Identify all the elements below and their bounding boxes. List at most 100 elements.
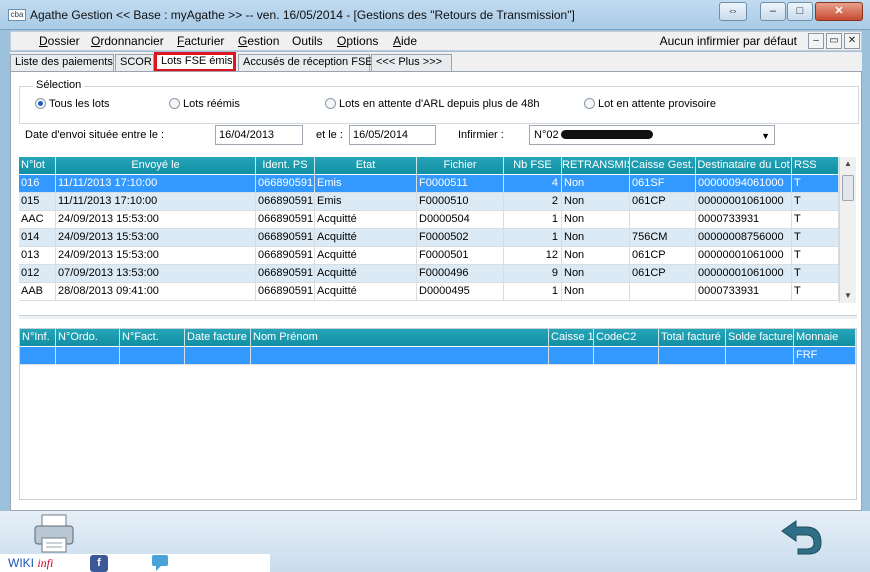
table-cell: 00000008756000 (696, 229, 792, 247)
column-header[interactable]: Caisse 1 (549, 329, 594, 346)
column-header[interactable]: CodeC2 (594, 329, 659, 346)
table-cell: D0000495 (417, 283, 504, 301)
column-header[interactable]: Date facture (185, 329, 251, 346)
table-cell: 013 (19, 247, 56, 265)
table-row[interactable]: AAC 24/09/2013 15:53:00 066890591 Acquitté D… (19, 211, 839, 229)
table-row[interactable]: 014 24/09/2013 15:53:00 066890591 Acquitté F… (19, 229, 839, 247)
column-header[interactable]: Monnaie (794, 329, 856, 346)
column-header[interactable]: Solde facture (726, 329, 794, 346)
scroll-thumb[interactable] (842, 175, 854, 201)
mdi-minimize-button[interactable]: – (808, 33, 824, 49)
tab-plus[interactable]: <<< Plus >>> (371, 54, 452, 71)
column-header[interactable]: Etat (315, 157, 417, 174)
column-header[interactable]: Nb FSE (504, 157, 562, 174)
table-cell: 07/09/2013 13:53:00 (56, 265, 256, 283)
table-cell: 1 (504, 229, 562, 247)
table-cell: 015 (19, 193, 56, 211)
chat-icon[interactable] (150, 554, 174, 572)
column-header[interactable]: Nom Prénom (251, 329, 549, 346)
facebook-icon[interactable]: f (90, 555, 108, 572)
menu-options[interactable]: Options (337, 34, 378, 48)
date-to-field[interactable]: 16/05/2014 (349, 125, 436, 145)
minimize-button[interactable]: – (760, 2, 786, 21)
column-header[interactable]: N°Inf. (20, 329, 56, 346)
nurse-select[interactable]: N°02 ▼ (529, 125, 775, 145)
resize-window-button[interactable]: ⇔ (719, 2, 747, 21)
table-cell: D0000504 (417, 211, 504, 229)
table-cell (659, 347, 726, 365)
nurse-label: Infirmier : (458, 129, 504, 141)
table-row[interactable]: 015 11/11/2013 17:10:00 066890591 Emis F0000… (19, 193, 839, 211)
table-cell (630, 283, 696, 301)
link-bar: WIKI infi f (0, 554, 270, 572)
table-cell: 016 (19, 175, 56, 193)
table-cell: T (792, 211, 839, 229)
column-header[interactable]: Destinataire du Lot (696, 157, 792, 174)
scroll-down-icon[interactable]: ▼ (840, 291, 856, 300)
tab-scor[interactable]: SCOR (115, 54, 154, 71)
menu-gestion[interactable]: Gestion (238, 34, 279, 48)
table-row[interactable]: AAB 28/08/2013 09:41:00 066890591 Acquitté D… (19, 283, 839, 301)
table-cell: 28/08/2013 09:41:00 (56, 283, 256, 301)
table-cell: T (792, 283, 839, 301)
table-row[interactable]: 016 11/11/2013 17:10:00 066890591 Emis F0000… (19, 175, 839, 193)
column-header[interactable]: RSS (792, 157, 839, 174)
table-cell: T (792, 247, 839, 265)
table-cell: 066890591 (256, 247, 315, 265)
column-header[interactable]: Caisse Gest. (630, 157, 696, 174)
radio-attente-provisoire[interactable]: Lot en attente provisoire (584, 98, 716, 110)
column-header[interactable]: Fichier (417, 157, 504, 174)
table-row[interactable]: 013 24/09/2013 15:53:00 066890591 Acquitté F… (19, 247, 839, 265)
mdi-close-button[interactable]: ✕ (844, 33, 860, 49)
radio-dot (584, 98, 595, 109)
column-header[interactable]: N°Ordo. (56, 329, 120, 346)
lots-grid-header: N°lot Envoyé le Ident. PS Etat Fichier N… (19, 157, 839, 174)
menu-aide[interactable]: Aide (393, 34, 417, 48)
table-cell: F0000502 (417, 229, 504, 247)
column-header[interactable]: Envoyé le (56, 157, 256, 174)
radio-lots-reemis[interactable]: Lots réémis (169, 98, 240, 110)
table-cell: F0000501 (417, 247, 504, 265)
table-cell: 24/09/2013 15:53:00 (56, 247, 256, 265)
table-cell: 066890591 (256, 283, 315, 301)
radio-attente-arl[interactable]: Lots en attente d'ARL depuis plus de 48h (325, 98, 539, 110)
column-header[interactable]: Total facturé (659, 329, 726, 346)
grid-splitter[interactable] (19, 315, 857, 319)
lots-fse-panel: Sélection Tous les lots Lots réémis Lots… (10, 71, 862, 511)
menu-ordonnancier[interactable]: Ordonnancier (91, 34, 164, 48)
close-window-button[interactable]: ✕ (815, 2, 863, 21)
menu-dossier[interactable]: Dossier (39, 34, 80, 48)
wiki-link[interactable]: WIKI infi (8, 556, 53, 571)
maximize-button[interactable]: □ (787, 2, 813, 21)
tab-lots-fse-emis[interactable]: Lots FSE émis (154, 52, 236, 72)
table-cell: 1 (504, 211, 562, 229)
date-from-field[interactable]: 16/04/2013 (215, 125, 303, 145)
table-cell: 1 (504, 283, 562, 301)
table-row[interactable]: 012 07/09/2013 13:53:00 066890591 Acquitté F… (19, 265, 839, 283)
table-cell: Acquitté (315, 283, 417, 301)
scroll-up-icon[interactable]: ▲ (840, 159, 856, 168)
table-cell: Emis (315, 193, 417, 211)
table-cell: 066890591 (256, 229, 315, 247)
tab-accuses-reception[interactable]: Accusés de réception FSE (238, 54, 373, 71)
table-cell: FRF (794, 347, 856, 365)
table-cell: T (792, 229, 839, 247)
table-cell: 061CP (630, 193, 696, 211)
column-header[interactable]: Ident. PS (256, 157, 315, 174)
printer-icon[interactable] (32, 513, 76, 555)
table-row[interactable]: FRF (20, 347, 856, 365)
lots-grid-scrollbar[interactable]: ▲ ▼ (839, 157, 856, 303)
tab-liste-paiements[interactable]: Liste des paiements (10, 54, 114, 71)
app-logo-icon: cba (8, 9, 26, 21)
return-arrow-icon[interactable] (778, 515, 824, 555)
column-header[interactable]: RETRANSMIS (562, 157, 630, 174)
table-cell: Non (562, 229, 630, 247)
mdi-restore-button[interactable]: ▭ (826, 33, 842, 49)
menu-facturier[interactable]: Facturier (177, 34, 224, 48)
tab-strip: Liste des paiements SCOR Lots FSE émis A… (10, 52, 862, 72)
column-header[interactable]: N°Fact. (120, 329, 185, 346)
radio-tous-les-lots[interactable]: Tous les lots (35, 98, 110, 110)
menu-outils[interactable]: Outils (292, 34, 323, 48)
column-header[interactable]: N°lot (19, 157, 56, 174)
table-cell: 00000001061000 (696, 193, 792, 211)
